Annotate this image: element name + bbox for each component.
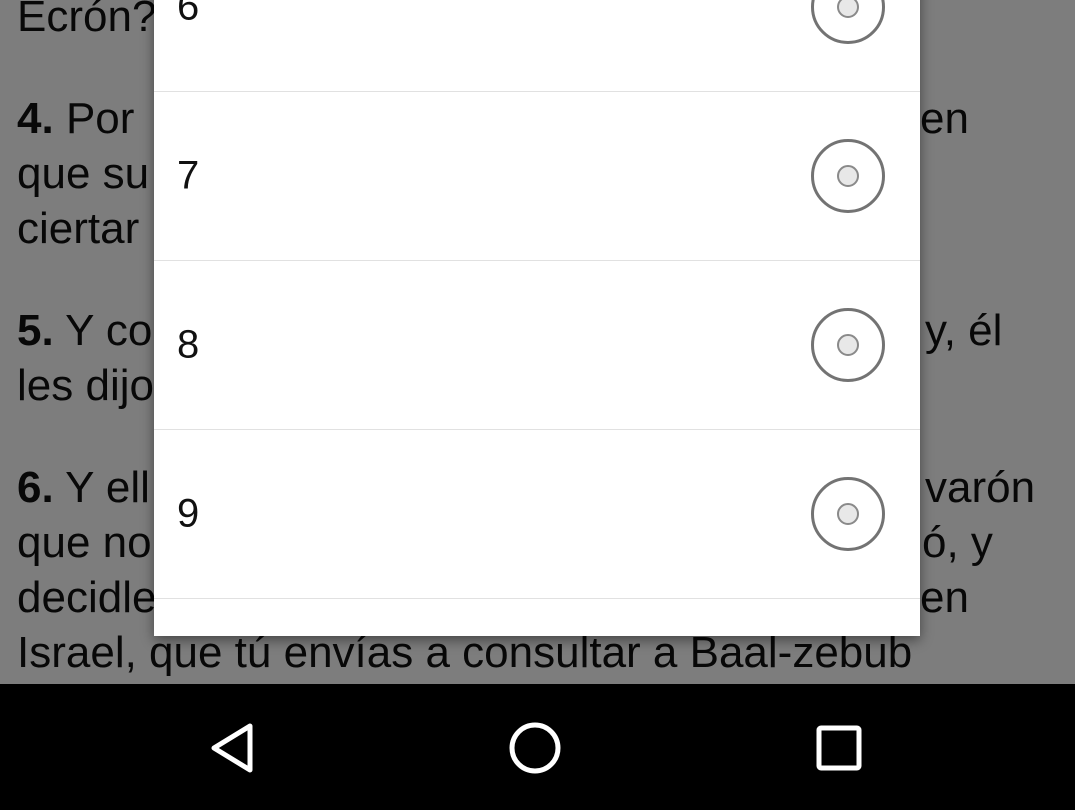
- radio-button[interactable]: [811, 477, 885, 551]
- option-item[interactable]: 7: [154, 92, 920, 261]
- option-label: 9: [177, 491, 200, 536]
- radio-dot-icon: [837, 0, 859, 18]
- radio-button[interactable]: [811, 308, 885, 382]
- radio-dot-icon: [837, 165, 859, 187]
- option-item[interactable]: 9: [154, 430, 920, 599]
- radio-button[interactable]: [811, 139, 885, 213]
- back-button[interactable]: [206, 720, 262, 776]
- option-item[interactable]: 6: [154, 0, 920, 92]
- option-item[interactable]: 8: [154, 261, 920, 430]
- recents-square-icon: [816, 725, 862, 771]
- option-label: 6: [177, 0, 200, 29]
- option-label: 8: [177, 322, 200, 367]
- radio-dot-icon: [837, 334, 859, 356]
- option-label: 7: [177, 153, 200, 198]
- home-circle-icon: [509, 722, 561, 774]
- verse-picker-dialog: 6 7 8 9: [154, 0, 920, 636]
- back-triangle-icon: [211, 723, 253, 773]
- recents-button[interactable]: [811, 720, 867, 776]
- radio-dot-icon: [837, 503, 859, 525]
- option-item[interactable]: [154, 599, 920, 636]
- system-navigation-bar: [0, 684, 1075, 810]
- home-button[interactable]: [507, 720, 563, 776]
- radio-button[interactable]: [811, 0, 885, 44]
